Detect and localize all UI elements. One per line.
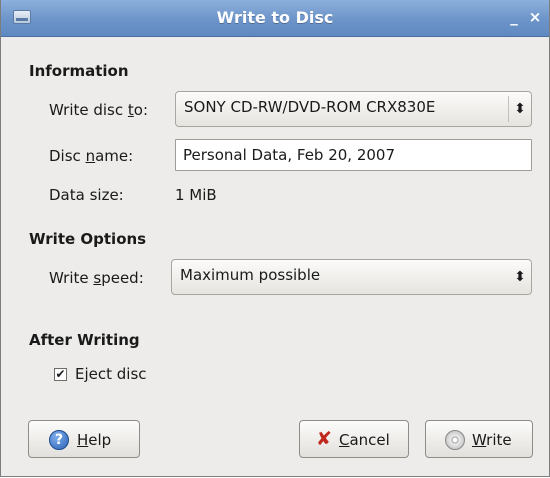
after-writing-heading: After Writing	[29, 331, 140, 349]
dropdown-arrow-icon: ⬍	[514, 101, 526, 117]
write-disc-to-dropdown[interactable]: SONY CD-RW/DVD-ROM CRX830E ⬍	[175, 91, 532, 127]
disc-name-input[interactable]	[176, 140, 531, 170]
disc-name-label: Disc name:	[49, 147, 134, 165]
minimize-icon[interactable]: _	[506, 9, 522, 25]
disc-icon	[445, 430, 465, 450]
help-button-label: Help	[77, 431, 112, 449]
cancel-icon: ✘	[316, 428, 332, 450]
write-options-heading: Write Options	[29, 230, 147, 248]
write-to-disc-dialog: Write to Disc _ × Information Write disc…	[0, 0, 550, 477]
information-heading: Information	[29, 62, 129, 80]
eject-disc-label[interactable]: Eject disc	[75, 365, 147, 383]
help-button[interactable]: ? Help	[28, 420, 140, 458]
write-speed-label: Write speed:	[49, 269, 144, 287]
cancel-button[interactable]: ✘ Cancel	[299, 420, 409, 458]
data-size-label: Data size:	[49, 186, 124, 204]
close-icon[interactable]: ×	[527, 9, 543, 25]
eject-disc-checkbox[interactable]: ✔	[54, 368, 67, 381]
write-button[interactable]: Write	[425, 420, 533, 458]
write-speed-value: Maximum possible	[180, 266, 321, 284]
window-title: Write to Disc	[216, 8, 334, 27]
dropdown-arrow-icon: ⬍	[514, 269, 526, 285]
write-disc-to-label: Write disc to:	[49, 101, 149, 119]
data-size-value: 1 MiB	[175, 186, 217, 204]
write-disc-to-value: SONY CD-RW/DVD-ROM CRX830E	[184, 98, 436, 116]
title-bar[interactable]: Write to Disc _ ×	[1, 0, 549, 37]
write-button-label: Write	[472, 431, 512, 449]
write-speed-dropdown[interactable]: Maximum possible ⬍	[171, 259, 532, 295]
help-icon: ?	[49, 430, 69, 450]
cancel-button-label: Cancel	[339, 431, 390, 449]
disc-name-field[interactable]	[175, 139, 532, 171]
